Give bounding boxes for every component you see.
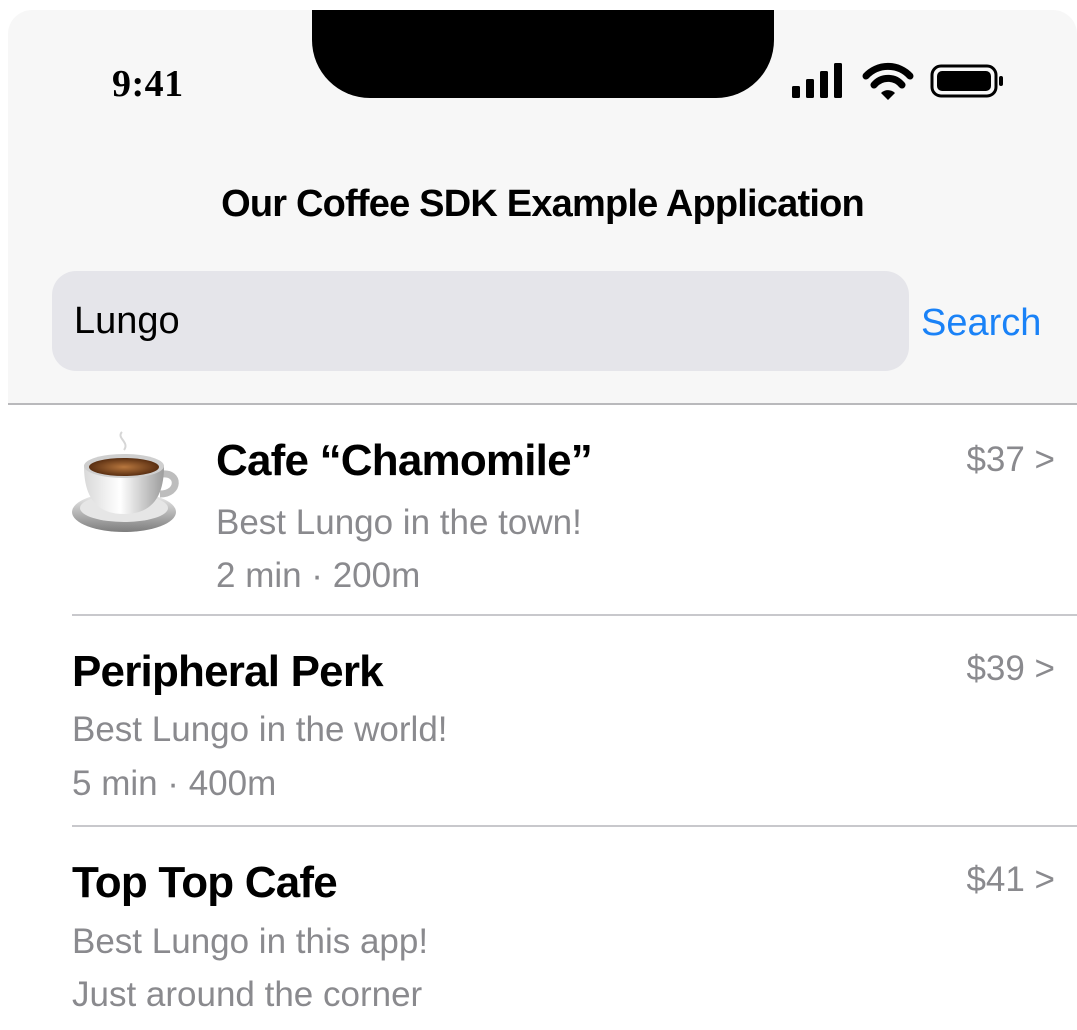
- wifi-icon: [862, 62, 914, 100]
- result-price: $37 >: [966, 440, 1055, 479]
- result-price: $39 >: [966, 649, 1055, 688]
- status-icons: [792, 62, 1003, 100]
- result-distance: Just around the corner: [72, 975, 423, 1014]
- coffee-cup-icon: [72, 431, 179, 532]
- search-button[interactable]: Search: [921, 295, 1041, 351]
- result-title: Peripheral Perk: [72, 647, 384, 696]
- result-title: Top Top Cafe: [72, 858, 338, 907]
- result-description: Best Lungo in the world!: [72, 710, 448, 749]
- result-description: Best Lungo in the town!: [216, 503, 582, 542]
- device-notch: [312, 10, 774, 98]
- search-input[interactable]: Lungo: [52, 271, 909, 371]
- status-time: 9:41: [112, 63, 184, 105]
- result-item-top-top-cafe[interactable]: Top Top Cafe Best Lungo in this app! Jus…: [0, 827, 1077, 1030]
- result-description: Best Lungo in this app!: [72, 922, 429, 961]
- result-price: $41 >: [966, 860, 1055, 899]
- result-title: Cafe “Chamomile”: [216, 436, 593, 485]
- result-distance: 2 min · 200m: [216, 556, 421, 595]
- result-item-chamomile[interactable]: Cafe “Chamomile” Best Lungo in the town!…: [0, 405, 1077, 615]
- signal-icon: [792, 63, 842, 98]
- result-item-peripheral-perk[interactable]: Peripheral Perk Best Lungo in the world!…: [0, 616, 1077, 826]
- app-screen: 9:41 Our Coffee SDK Example Application …: [0, 0, 1077, 1030]
- result-distance: 5 min · 400m: [72, 764, 277, 803]
- nav-title: Our Coffee SDK Example Application: [221, 183, 865, 225]
- battery-icon: [930, 64, 1003, 98]
